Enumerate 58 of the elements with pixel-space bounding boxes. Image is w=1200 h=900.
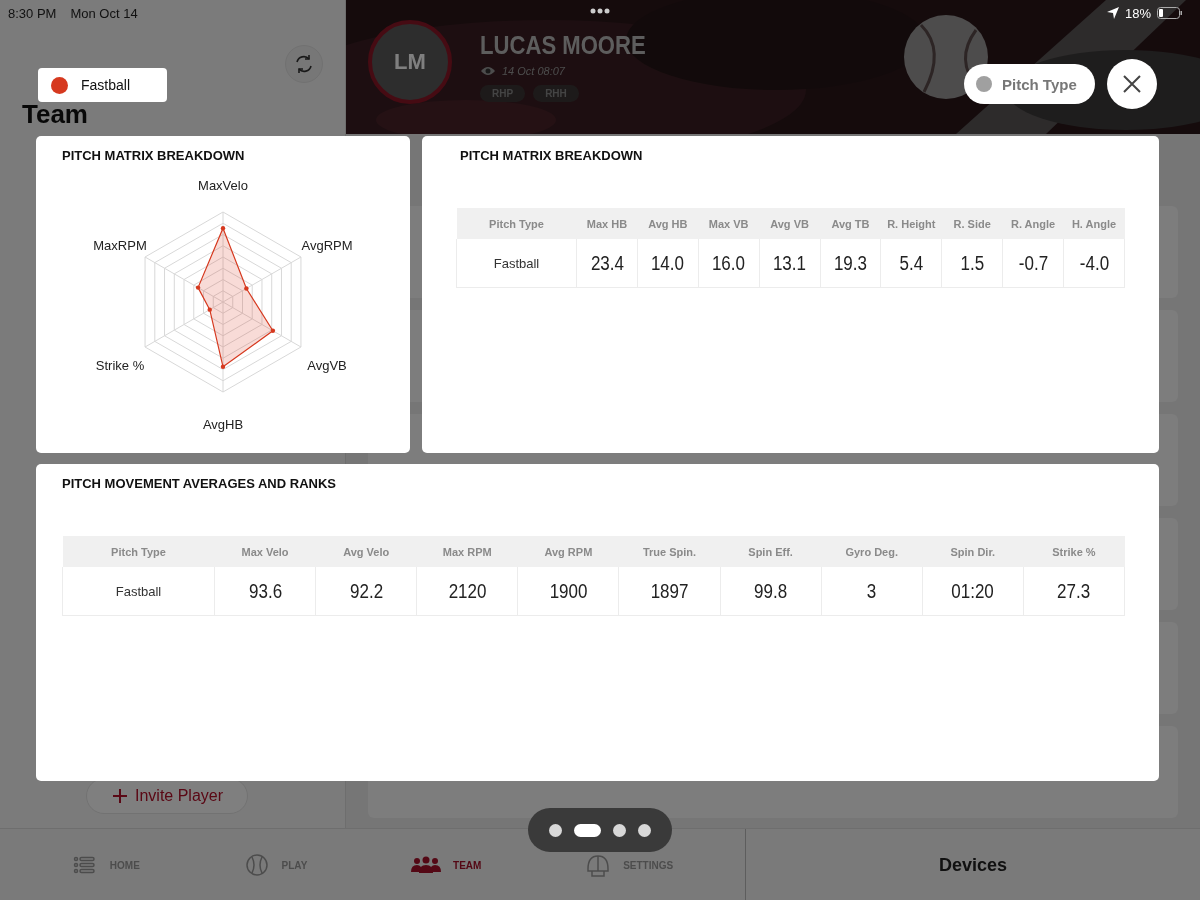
multitasking-icon[interactable]: [589, 8, 611, 14]
axis-label: MaxRPM: [93, 238, 147, 253]
column-header: True Spin.: [618, 536, 721, 567]
column-header: Spin Dir.: [922, 536, 1024, 567]
axis-label: AvgVB: [307, 358, 347, 373]
table-cell: Fastball: [456, 239, 577, 288]
card-title: PITCH MATRIX BREAKDOWN: [460, 148, 644, 165]
page-dot[interactable]: [638, 823, 651, 837]
close-icon: [1123, 75, 1141, 93]
helmet-icon: [585, 853, 612, 877]
column-header: Strike %: [1023, 536, 1125, 567]
location-icon: [1106, 7, 1119, 19]
baseball-icon: [243, 853, 270, 877]
column-header: Pitch Type: [456, 208, 577, 239]
avatar-initials: LM: [394, 49, 426, 75]
page-dot[interactable]: [549, 823, 562, 837]
column-header: Max Velo: [214, 536, 316, 567]
button-label: Invite Player: [135, 787, 224, 805]
axis-label: AvgRPM: [301, 238, 353, 253]
column-header: Max HB: [576, 208, 638, 239]
axis-label: AvgHB: [202, 417, 244, 432]
refresh-icon: [293, 53, 315, 75]
nav-tab[interactable]: TEAM: [405, 852, 488, 878]
axis-label: Strike %: [95, 358, 145, 373]
dot-icon: [976, 76, 992, 92]
column-header: Spin Eff.: [720, 536, 822, 567]
card-title: PITCH MOVEMENT AVERAGES AND RANKS: [62, 476, 337, 493]
pitch-filter-chip[interactable]: Fastball: [38, 68, 167, 102]
column-header: Avg RPM: [517, 536, 619, 567]
column-header: R. Height: [880, 208, 942, 239]
refresh-button[interactable]: [285, 45, 323, 83]
devices-label[interactable]: Devices: [938, 854, 1008, 876]
status-date: Mon Oct 14: [70, 5, 138, 21]
column-header: Avg Velo: [315, 536, 417, 567]
eye-icon: [480, 65, 496, 77]
column-header: Max VB: [698, 208, 760, 239]
column-header: Gyro Deg.: [821, 536, 923, 567]
plus-icon: [113, 789, 127, 803]
battery-icon: [1157, 7, 1182, 19]
pitch-type-button[interactable]: Pitch Type: [964, 64, 1095, 104]
column-header: Avg VB: [759, 208, 820, 239]
column-header: Avg TB: [820, 208, 881, 239]
player-name: LUCAS MOORE: [480, 30, 646, 61]
update-time: 14 Oct 08:07: [502, 65, 565, 77]
page-dot[interactable]: [613, 823, 626, 837]
status-time: 8:30 PM: [8, 5, 57, 21]
table-cell: Fastball: [62, 567, 215, 616]
column-header: H. Angle: [1063, 208, 1125, 239]
chip-label: Fastball: [81, 77, 131, 93]
column-header: R. Angle: [1002, 208, 1064, 239]
column-header: R. Side: [941, 208, 1003, 239]
column-header: Max RPM: [416, 536, 518, 567]
battery-percent: 18%: [1124, 5, 1151, 21]
page-title: Team: [22, 99, 89, 129]
column-header: Pitch Type: [62, 536, 215, 567]
column-header: Avg HB: [637, 208, 699, 239]
card-title: PITCH MATRIX BREAKDOWN: [61, 147, 246, 165]
axis-label: MaxVelo: [198, 178, 248, 193]
